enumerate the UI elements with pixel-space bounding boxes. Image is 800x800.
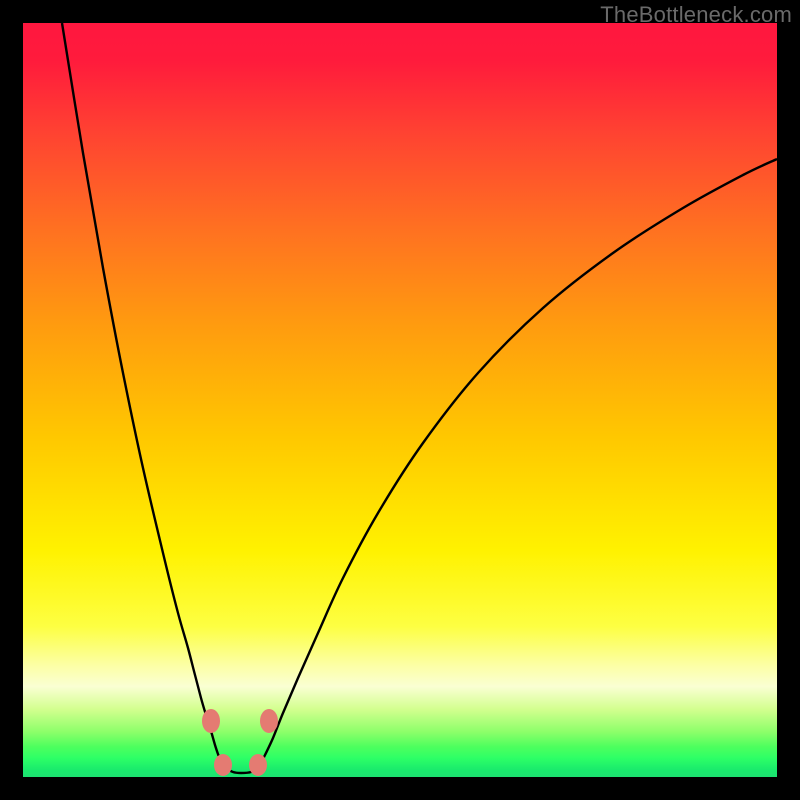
valley-marker-right-upper xyxy=(260,709,278,733)
bottleneck-curve xyxy=(23,23,777,777)
plot-area xyxy=(23,23,777,777)
valley-marker-left-lower xyxy=(214,754,232,776)
valley-marker-left-upper xyxy=(202,709,220,733)
curve-right-branch xyxy=(259,159,777,767)
curve-left-branch xyxy=(62,23,223,767)
valley-marker-right-lower xyxy=(249,754,267,776)
